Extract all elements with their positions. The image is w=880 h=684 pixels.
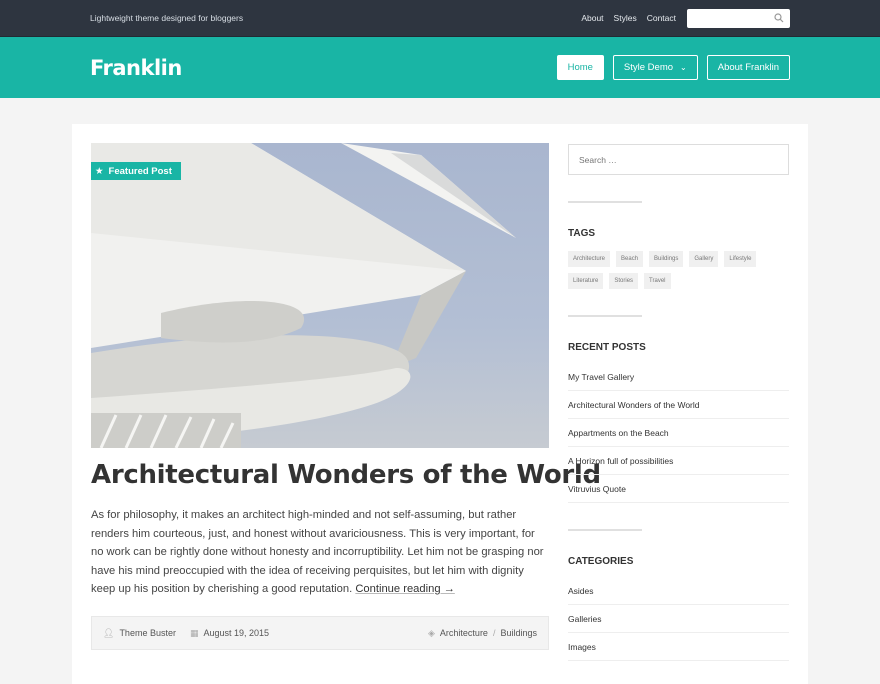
nav-home-button[interactable]: Home <box>556 55 604 80</box>
tag-icon: ◈ <box>428 627 435 638</box>
top-nav-styles[interactable]: Styles <box>614 13 637 23</box>
recent-post-item[interactable]: Appartments on the Beach <box>568 419 789 447</box>
sidebar-search-input[interactable] <box>579 154 778 165</box>
nav-about-franklin-label: About Franklin <box>717 62 779 73</box>
sidebar: TAGS Architecture Beach Buildings Galler… <box>568 144 789 661</box>
top-bar-right: About Styles Contact <box>581 8 790 28</box>
post-author-name[interactable]: Theme Buster <box>119 628 176 638</box>
post-date-text[interactable]: August 19, 2015 <box>203 628 269 638</box>
tag-cloud: Architecture Beach Buildings Gallery Lif… <box>568 251 789 289</box>
top-search-input[interactable] <box>694 13 774 23</box>
continue-reading-link[interactable]: Continue reading → <box>355 583 455 595</box>
recent-posts-title: RECENT POSTS <box>568 342 646 353</box>
top-nav-contact[interactable]: Contact <box>647 13 676 23</box>
nav-style-demo-label: Style Demo <box>623 62 674 73</box>
tag-architecture[interactable]: Architecture <box>568 251 611 267</box>
sidebar-divider <box>568 201 642 203</box>
post-title[interactable]: Architectural Wonders of the World <box>91 460 601 490</box>
post-excerpt-text: As for philosophy, it makes an architect… <box>91 509 544 595</box>
post-categories: ◈ Architecture / Buildings <box>428 628 537 639</box>
post-excerpt: As for philosophy, it makes an architect… <box>91 506 547 599</box>
calendar-icon: ▦ <box>189 627 199 638</box>
tags-title: TAGS <box>568 228 596 239</box>
recent-post-item[interactable]: My Travel Gallery <box>568 363 789 391</box>
recent-post-item[interactable]: A Horizon full of possibilities <box>568 447 789 475</box>
sidebar-divider <box>568 529 642 531</box>
post-category-architecture[interactable]: Architecture <box>440 628 488 638</box>
tag-beach[interactable]: Beach <box>616 251 644 267</box>
architecture-photo <box>91 143 516 448</box>
post-date: ▦ August 19, 2015 <box>190 628 269 639</box>
search-icon[interactable] <box>774 13 784 23</box>
user-icon: 👤︎ <box>103 627 115 638</box>
star-icon: ★ <box>95 165 104 177</box>
chevron-down-icon: ⌄ <box>680 63 687 72</box>
category-item[interactable]: Galleries <box>568 605 789 633</box>
featured-post-label: Featured Post <box>108 165 172 177</box>
main-nav: Home Style Demo ⌄ About Franklin <box>556 55 790 80</box>
featured-post-badge: ★ Featured Post <box>91 162 181 180</box>
featured-image[interactable]: ★ Featured Post <box>91 143 549 448</box>
nav-about-franklin-button[interactable]: About Franklin <box>706 55 790 80</box>
nav-style-demo-button[interactable]: Style Demo ⌄ <box>612 55 698 80</box>
top-nav: About Styles Contact <box>581 13 676 23</box>
nav-home-label: Home <box>567 62 593 73</box>
category-item[interactable]: Asides <box>568 577 789 605</box>
site-header: Franklin Home Style Demo ⌄ About Franklin <box>0 37 880 98</box>
site-tagline: Lightweight theme designed for bloggers <box>90 13 244 23</box>
tag-travel[interactable]: Travel <box>644 273 671 289</box>
tag-stories[interactable]: Stories <box>609 273 639 289</box>
categories-list: Asides Galleries Images <box>568 577 789 661</box>
recent-posts-list: My Travel Gallery Architectural Wonders … <box>568 363 789 503</box>
tag-lifestyle[interactable]: Lifestyle <box>724 251 757 267</box>
recent-post-item[interactable]: Vitruvius Quote <box>568 475 789 503</box>
top-bar: Lightweight theme designed for bloggers … <box>0 0 880 37</box>
post-category-buildings[interactable]: Buildings <box>500 628 537 638</box>
tag-buildings[interactable]: Buildings <box>649 251 684 267</box>
tag-literature[interactable]: Literature <box>568 273 604 289</box>
post-meta-bar: 👤︎ Theme Buster ▦ August 19, 2015 ◈ Arch… <box>91 616 549 650</box>
site-logo[interactable]: Franklin <box>90 56 182 80</box>
top-search-box[interactable] <box>687 8 790 28</box>
top-nav-about[interactable]: About <box>581 13 603 23</box>
content-card: ★ Featured Post Architectural Wonders of… <box>72 124 808 684</box>
post-author: 👤︎ Theme Buster <box>103 628 176 639</box>
category-separator: / <box>492 628 496 638</box>
tag-gallery[interactable]: Gallery <box>689 251 719 267</box>
recent-post-item[interactable]: Architectural Wonders of the World <box>568 391 789 419</box>
category-item[interactable]: Images <box>568 633 789 661</box>
sidebar-divider <box>568 315 642 317</box>
categories-title: CATEGORIES <box>568 556 634 567</box>
sidebar-search-box[interactable] <box>568 144 789 175</box>
